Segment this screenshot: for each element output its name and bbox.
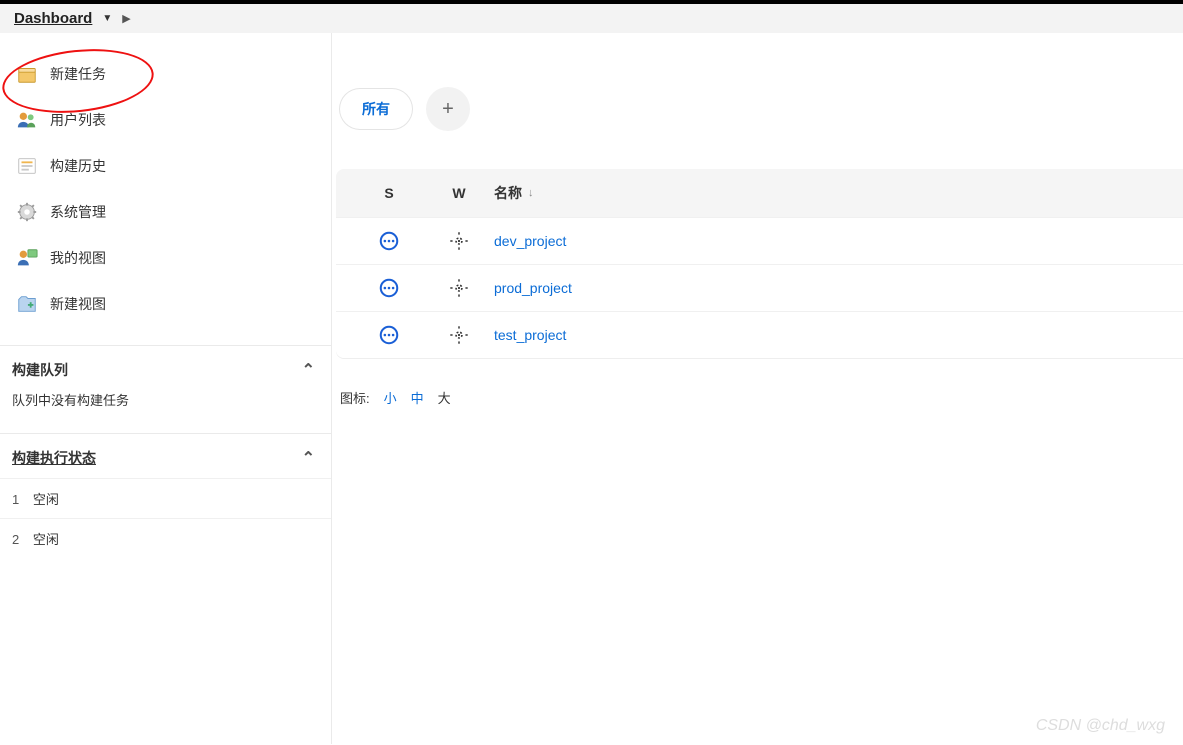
- table-row: prod_project: [336, 264, 1183, 311]
- chevron-up-icon: ⌃: [302, 360, 315, 380]
- sidebar-item-manage[interactable]: 系统管理: [0, 189, 331, 235]
- executor-row: 1 空闲: [0, 478, 331, 518]
- table-header: S W 名称↓: [336, 169, 1183, 217]
- executor-number: 2: [12, 532, 19, 547]
- table-row: dev_project: [336, 217, 1183, 264]
- main-content: 所有 + S W 名称↓ dev_project: [332, 33, 1183, 744]
- users-icon: [16, 109, 38, 131]
- not-built-icon: [378, 324, 400, 346]
- table-row: test_project: [336, 311, 1183, 358]
- executor-status-header[interactable]: 构建执行状态 ⌃: [0, 433, 331, 478]
- col-name[interactable]: 名称↓: [494, 183, 1165, 203]
- sidebar-item-label: 新建视图: [50, 294, 106, 314]
- sidebar-item-new-job[interactable]: 新建任务: [0, 51, 331, 97]
- job-table: S W 名称↓ dev_project pr: [336, 169, 1183, 358]
- build-queue-header[interactable]: 构建队列 ⌃: [0, 345, 331, 390]
- weather-unknown-icon: [448, 324, 470, 346]
- not-built-icon: [378, 230, 400, 252]
- weather-unknown-icon: [448, 230, 470, 252]
- weather-icon-cell: [424, 277, 494, 299]
- view-tabs: 所有 +: [340, 87, 1183, 131]
- executor-state: 空闲: [33, 532, 59, 547]
- newview-icon: [16, 293, 38, 315]
- history-icon: [16, 155, 38, 177]
- gear-icon: [16, 201, 38, 223]
- executor-row: 2 空闲: [0, 518, 331, 558]
- executor-state: 空闲: [33, 492, 59, 507]
- sort-down-icon: ↓: [528, 187, 534, 199]
- tab-add[interactable]: +: [426, 87, 470, 131]
- build-queue-title: 构建队列: [12, 360, 68, 380]
- executor-number: 1: [12, 492, 19, 507]
- sidebar-item-users[interactable]: 用户列表: [0, 97, 331, 143]
- sidebar-item-label: 构建历史: [50, 156, 106, 176]
- weather-icon-cell: [424, 230, 494, 252]
- not-built-icon: [378, 277, 400, 299]
- job-name-link[interactable]: prod_project: [494, 280, 1165, 296]
- col-weather[interactable]: W: [424, 185, 494, 201]
- weather-icon-cell: [424, 324, 494, 346]
- sidebar-item-label: 用户列表: [50, 110, 106, 130]
- chevron-up-icon: ⌃: [302, 448, 315, 468]
- legend-large[interactable]: 大: [438, 388, 451, 407]
- legend-medium[interactable]: 中: [411, 388, 424, 407]
- sidebar: 新建任务 用户列表 构建历史 系统管理 我的视图: [0, 33, 332, 744]
- breadcrumb-dashboard[interactable]: Dashboard: [14, 10, 92, 27]
- box-icon: [16, 63, 38, 85]
- status-icon-cell: [354, 230, 424, 252]
- weather-unknown-icon: [448, 277, 470, 299]
- caret-down-icon[interactable]: ▼: [102, 13, 112, 24]
- status-icon-cell: [354, 277, 424, 299]
- legend-label: 图标:: [340, 388, 370, 407]
- col-status[interactable]: S: [354, 185, 424, 201]
- sidebar-item-my-views[interactable]: 我的视图: [0, 235, 331, 281]
- sidebar-item-label: 系统管理: [50, 202, 106, 222]
- legend-small[interactable]: 小: [384, 388, 397, 407]
- status-icon-cell: [354, 324, 424, 346]
- sidebar-item-new-view[interactable]: 新建视图: [0, 281, 331, 327]
- icon-size-legend: 图标: 小 中 大: [336, 388, 1183, 407]
- breadcrumb: Dashboard ▼ ▶: [0, 4, 1183, 33]
- sidebar-item-label: 我的视图: [50, 248, 106, 268]
- sidebar-item-build-history[interactable]: 构建历史: [0, 143, 331, 189]
- tab-all[interactable]: 所有: [340, 89, 412, 129]
- job-name-link[interactable]: test_project: [494, 327, 1165, 343]
- job-name-link[interactable]: dev_project: [494, 233, 1165, 249]
- executor-status-title: 构建执行状态: [12, 448, 96, 468]
- sidebar-item-label: 新建任务: [50, 64, 106, 84]
- myview-icon: [16, 247, 38, 269]
- chevron-right-icon: ▶: [122, 12, 130, 25]
- build-queue-empty: 队列中没有构建任务: [0, 390, 331, 423]
